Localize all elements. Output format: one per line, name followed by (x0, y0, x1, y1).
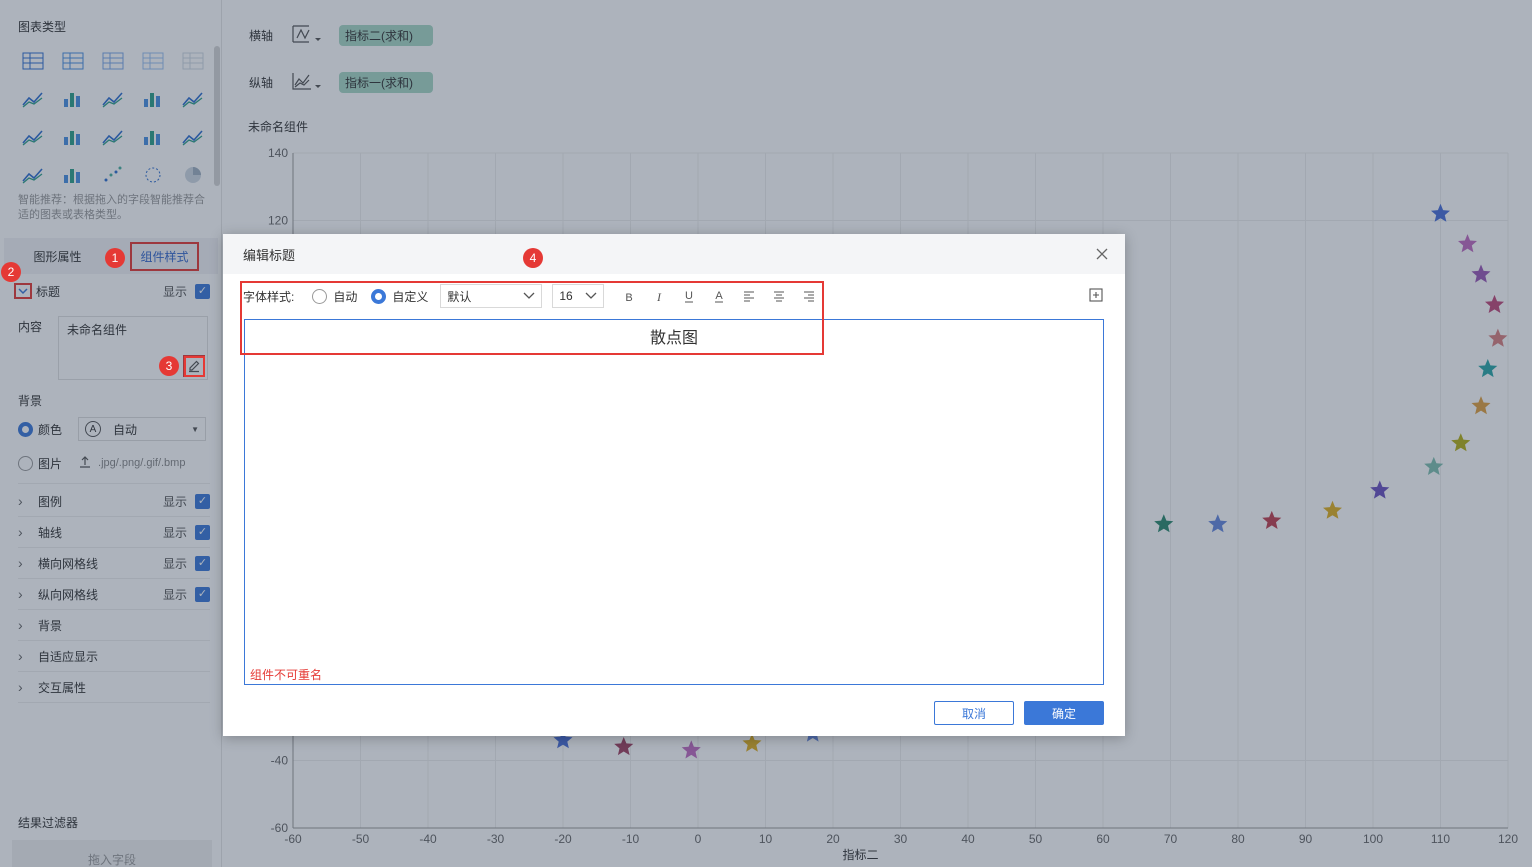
dialog-title: 编辑标题 (243, 247, 296, 263)
annotation-frame-4 (240, 281, 824, 355)
duplicate-name-error: 组件不可重名 (250, 668, 323, 682)
dialog-header: 编辑标题 (223, 234, 1125, 274)
expand-icon[interactable] (1089, 287, 1103, 305)
close-icon[interactable] (1093, 245, 1111, 263)
title-editor[interactable]: 散点图 组件不可重名 (244, 319, 1104, 685)
annotation-badge-4: 4 (523, 248, 543, 268)
annotation-badge-1: 1 (105, 248, 125, 268)
annotation-badge-3: 3 (159, 356, 179, 376)
annotation-frame-3 (184, 356, 205, 377)
annotation-badge-2: 2 (1, 262, 21, 282)
confirm-button[interactable]: 确定 (1024, 701, 1104, 725)
cancel-button[interactable]: 取消 (934, 701, 1014, 725)
